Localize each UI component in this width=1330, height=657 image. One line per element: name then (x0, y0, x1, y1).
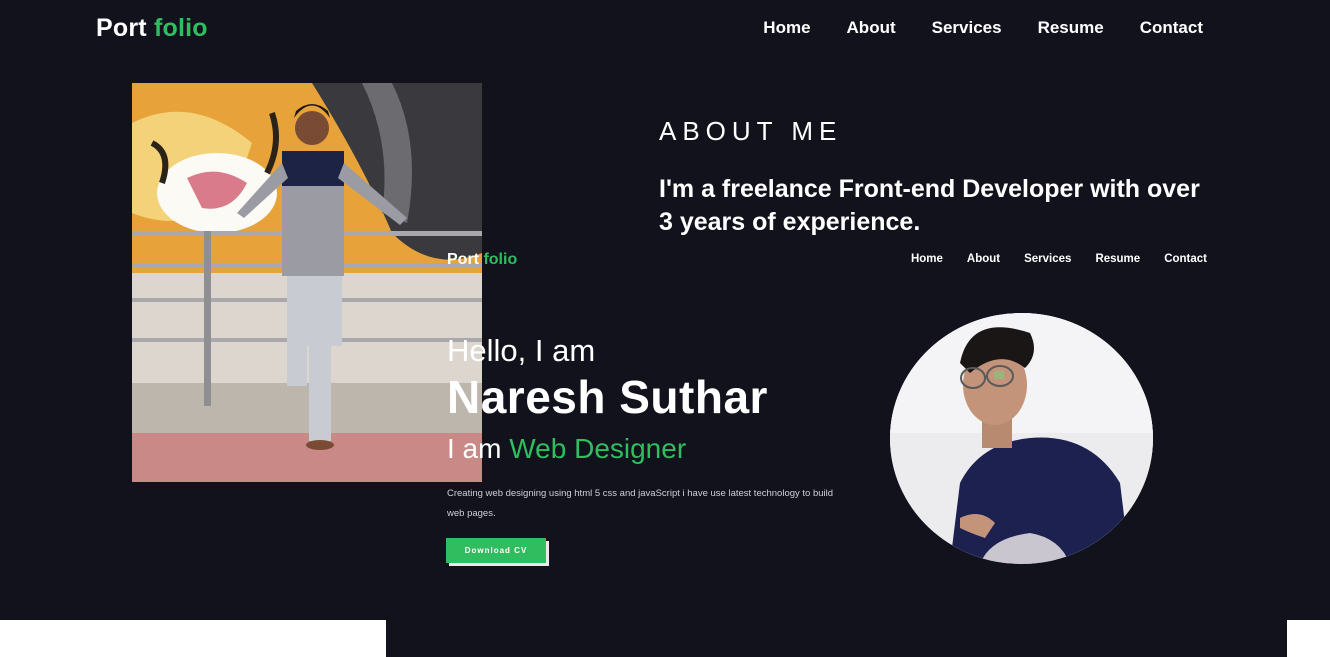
download-cv-button[interactable]: Download CV (446, 538, 546, 563)
main-nav: Home About Services Resume Contact (763, 18, 1203, 38)
preview-nav: Home About Services Resume Contact (911, 253, 1207, 265)
site-logo[interactable]: Port folio (96, 14, 208, 43)
about-photo (132, 83, 482, 482)
about-description: I'm a freelance Front-end Developer with… (659, 175, 1200, 236)
nav-services[interactable]: Services (932, 18, 1002, 38)
preview-nav-resume[interactable]: Resume (1095, 253, 1140, 265)
profile-avatar (890, 313, 1153, 564)
logo-accent: folio (153, 14, 208, 42)
preview-logo-accent: folio (483, 251, 518, 268)
hero-role: I am Web Designer (447, 433, 686, 465)
nav-about[interactable]: About (847, 18, 896, 38)
hero-role-prefix: I am (447, 433, 502, 464)
hero-name: Naresh Suthar (447, 371, 768, 423)
preview-logo[interactable]: Port folio (447, 251, 517, 269)
logo-main: Port (96, 14, 147, 42)
preview-nav-services[interactable]: Services (1024, 253, 1071, 265)
page: Port folio Home About Services Resume Co… (0, 0, 1330, 657)
hero-role-accent: Web Designer (509, 433, 687, 464)
hero-description: Creating web designing using html 5 css … (447, 488, 834, 519)
preview-nav-about[interactable]: About (967, 253, 1000, 265)
about-title: ABOUT ME (659, 116, 843, 146)
preview-logo-main: Port (447, 251, 479, 268)
hero-greeting: Hello, I am (447, 333, 596, 368)
nav-home[interactable]: Home (763, 18, 810, 38)
preview-nav-contact[interactable]: Contact (1164, 253, 1207, 265)
nav-resume[interactable]: Resume (1038, 18, 1104, 38)
nav-contact[interactable]: Contact (1140, 18, 1203, 38)
preview-nav-home[interactable]: Home (911, 253, 943, 265)
